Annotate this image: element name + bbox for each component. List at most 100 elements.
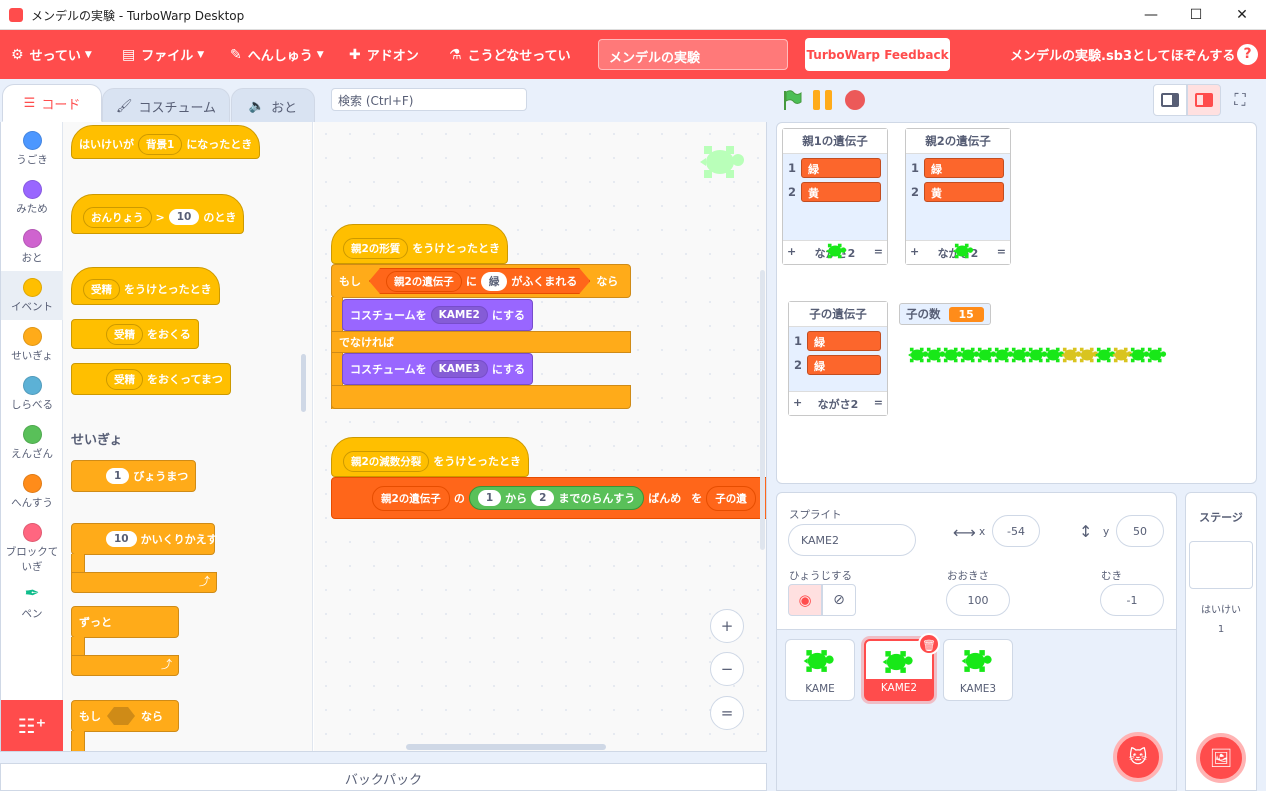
zoom-reset-button[interactable]: = — [710, 696, 744, 730]
category-3[interactable]: イベント — [1, 271, 63, 320]
large-stage-button[interactable] — [1187, 84, 1221, 116]
loudness-dropdown[interactable]: おんりょう — [83, 206, 152, 228]
loudness-value-input[interactable]: 10 — [168, 209, 200, 225]
tab-sound[interactable]: 🔈 おと — [231, 88, 315, 124]
settings-menu[interactable]: ⚙ せってい ▼ — [11, 30, 92, 79]
palette-scrollbar[interactable] — [301, 354, 306, 412]
category-7[interactable]: へんすう — [1, 467, 63, 516]
contains-item-input[interactable]: 緑 — [480, 271, 508, 291]
turtle-sprite[interactable] — [825, 241, 849, 264]
save-as-button[interactable]: メンデルの実験.sb3としてほぞんする — [1010, 30, 1235, 79]
sprite-tile-kame3[interactable]: KAME3 — [943, 639, 1013, 701]
block-wait-seconds[interactable]: 1 びょうまつ — [71, 460, 197, 492]
stage[interactable]: 親1の遺伝子 1緑 2黄 +ながさ2= 親2の遺伝子 1緑 2黄 +ながさ2= … — [776, 122, 1257, 484]
file-menu[interactable]: ▤ ファイル ▼ — [122, 30, 204, 79]
list-dropdown[interactable]: 親2の遺伝子 — [372, 485, 450, 511]
backdrop-dropdown[interactable]: 背景1 — [138, 133, 183, 155]
maximize-button[interactable]: ☐ — [1173, 0, 1219, 30]
message-dropdown[interactable]: 受精 — [106, 368, 143, 390]
feedback-button[interactable]: TurboWarp Feedback — [805, 38, 950, 71]
block-forever[interactable]: ずっと — [71, 606, 179, 638]
condition-slot[interactable] — [107, 707, 135, 725]
search-input[interactable]: 検索 (Ctrl+F) — [331, 88, 527, 111]
advanced-settings-menu[interactable]: ⚗ こうどなせってい — [449, 30, 571, 79]
category-9[interactable]: ✒ ペン — [1, 577, 63, 626]
backpack-panel[interactable]: バックパック — [0, 763, 767, 791]
direction-input[interactable]: -1 — [1100, 584, 1164, 616]
block-when-backdrop-switches[interactable]: はいけいが 背景1 になったとき — [71, 125, 261, 159]
hide-sprite-button[interactable]: ⊘ — [822, 584, 856, 616]
block-switch-costume-kame3[interactable]: コスチュームを KAME3 にする — [342, 353, 533, 385]
category-6[interactable]: えんざん — [1, 418, 63, 467]
delete-sprite-icon[interactable]: 🗑 — [918, 633, 940, 655]
script1-if-else[interactable]: もし 親2の遺伝子に緑がふくまれる なら — [331, 264, 631, 298]
random-to-input[interactable]: 2 — [531, 490, 555, 506]
block-when-loudness[interactable]: おんりょう >10 のとき — [71, 194, 245, 234]
wait-seconds-input[interactable]: 1 — [106, 468, 130, 484]
category-5[interactable]: しらべる — [1, 369, 63, 418]
category-8[interactable]: ブロックていぎ — [1, 516, 63, 576]
add-extension-button[interactable]: ☷⁺ — [1, 700, 63, 751]
show-sprite-button[interactable]: ◉ — [788, 584, 822, 616]
add-item-button[interactable]: + — [793, 396, 802, 411]
help-icon[interactable]: ? — [1237, 44, 1258, 65]
block-when-receive[interactable]: 受精 をうけとったとき — [71, 267, 220, 305]
message-dropdown[interactable]: 親2の形質 — [343, 237, 409, 259]
repeat-count-input[interactable]: 10 — [106, 531, 137, 547]
edit-menu[interactable]: ✎ へんしゅう ▼ — [230, 30, 324, 79]
message-dropdown[interactable]: 受精 — [106, 323, 143, 345]
script-scrollbar-h[interactable] — [406, 744, 606, 750]
stage-selector[interactable]: ステージ はいけい 1 🖼 — [1185, 492, 1257, 791]
add-item-button[interactable]: + — [910, 245, 919, 260]
close-button[interactable]: ✕ — [1219, 0, 1265, 30]
block-if[interactable]: もし なら — [71, 700, 179, 732]
block-broadcast-and-wait[interactable]: 受精 をおくってまつ — [71, 363, 231, 395]
random-from-input[interactable]: 1 — [477, 490, 502, 506]
project-title-input[interactable]: メンデルの実験 — [598, 39, 788, 70]
block-replace-list-item[interactable]: 親2の遺伝子 の 1 から 2 までのらんすう ばんめ を 子の遺 — [331, 477, 766, 519]
message-dropdown[interactable]: 親2の減数分裂 — [343, 450, 430, 472]
size-input[interactable]: 100 — [946, 584, 1010, 616]
x-position-input[interactable]: -54 — [992, 515, 1040, 547]
sprite-name-input[interactable]: KAME2 — [788, 524, 916, 556]
stop-icon[interactable] — [845, 90, 865, 110]
fullscreen-icon[interactable]: ⛶ — [1228, 88, 1252, 112]
add-item-button[interactable]: + — [787, 245, 796, 260]
turtle-sprite[interactable] — [1145, 345, 1169, 368]
resize-handle[interactable]: = — [874, 245, 883, 260]
minimize-button[interactable]: — — [1128, 0, 1174, 30]
script-scrollbar-v[interactable] — [760, 270, 765, 550]
y-position-input[interactable]: 50 — [1116, 515, 1164, 547]
add-sprite-button[interactable]: 🐱 — [1113, 732, 1163, 782]
small-stage-button[interactable] — [1153, 84, 1187, 116]
zoom-in-button[interactable]: + — [710, 609, 744, 643]
category-1[interactable]: みため — [1, 173, 63, 222]
script2-hat-when-receive[interactable]: 親2の減数分裂 をうけとったとき — [331, 437, 529, 477]
sprite-tile-kame[interactable]: KAME — [785, 639, 855, 701]
list-dropdown[interactable]: 子の遺 — [706, 485, 756, 511]
zoom-out-button[interactable]: − — [710, 652, 744, 686]
pause-icon[interactable] — [812, 90, 834, 110]
tab-costume[interactable]: 🖌 コスチューム — [102, 88, 230, 124]
resize-handle[interactable]: = — [874, 396, 883, 411]
block-broadcast[interactable]: 受精 をおくる — [71, 319, 199, 349]
block-repeat[interactable]: 10 かいくりかえす — [71, 523, 218, 555]
turtle-sprite[interactable] — [952, 241, 976, 264]
addons-menu[interactable]: ✚ アドオン — [349, 30, 419, 79]
stage-thumbnail[interactable] — [1189, 541, 1253, 589]
category-2[interactable]: おと — [1, 222, 63, 271]
list-contains-operator[interactable]: 親2の遺伝子に緑がふくまれる — [369, 268, 591, 294]
script1-hat-when-receive[interactable]: 親2の形質 をうけとったとき — [331, 224, 508, 264]
sprite-tile-kame2[interactable]: KAME2 🗑 — [864, 633, 940, 701]
pick-random-operator[interactable]: 1 から 2 までのらんすう — [468, 486, 645, 510]
costume-dropdown[interactable]: KAME3 — [430, 360, 488, 378]
tab-code[interactable]: ☰ コード — [2, 84, 102, 122]
costume-dropdown[interactable]: KAME2 — [430, 306, 488, 324]
block-switch-costume-kame2[interactable]: コスチュームを KAME2 にする — [342, 299, 533, 331]
add-backdrop-button[interactable]: 🖼 — [1196, 733, 1246, 783]
resize-handle[interactable]: = — [997, 245, 1006, 260]
category-4[interactable]: せいぎょ — [1, 320, 63, 369]
message-dropdown[interactable]: 受精 — [83, 278, 120, 300]
category-0[interactable]: うごき — [1, 124, 63, 173]
green-flag-icon[interactable] — [781, 89, 803, 111]
